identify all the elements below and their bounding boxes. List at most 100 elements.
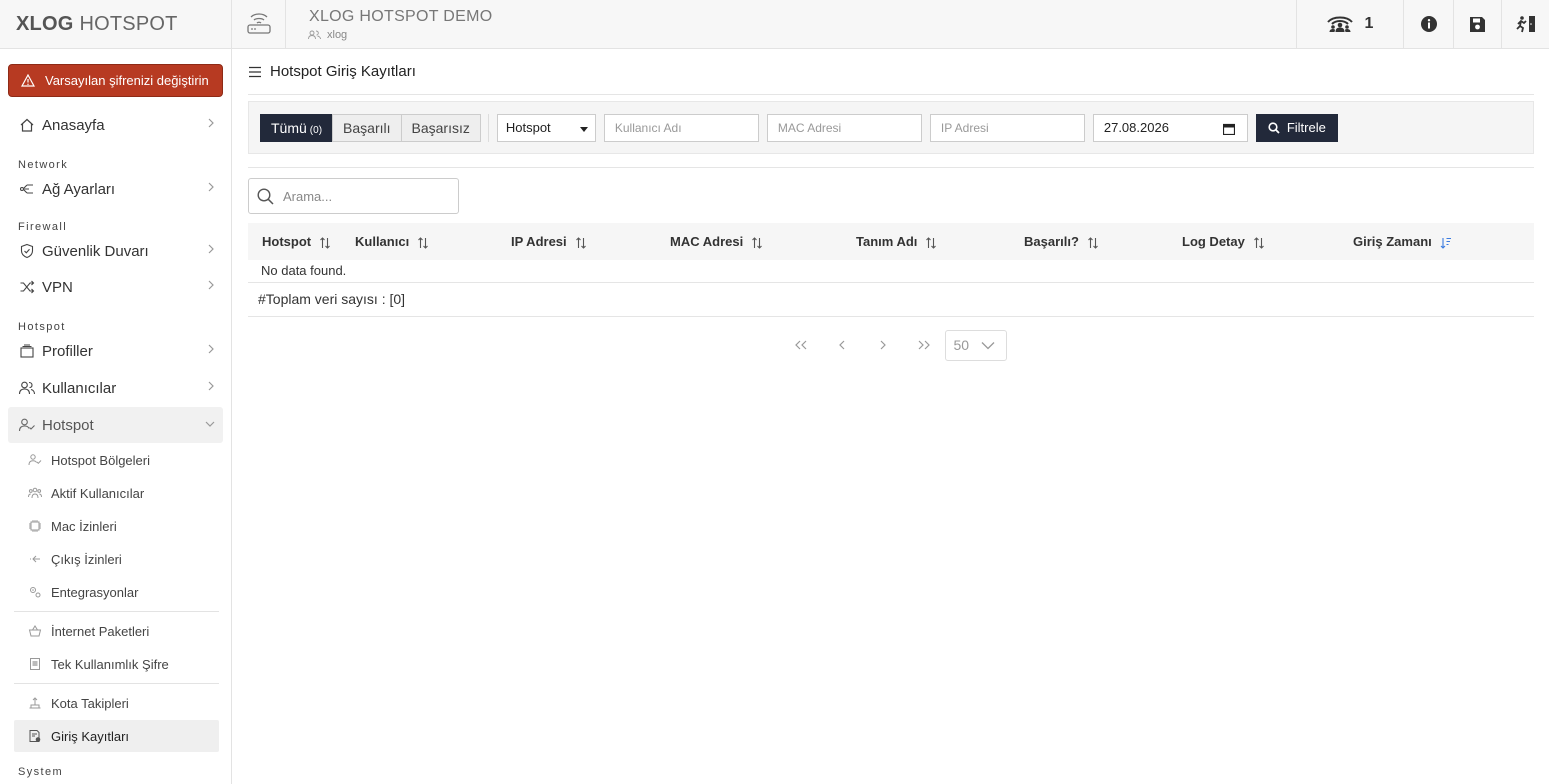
ip-address-input[interactable] (929, 113, 1085, 142)
last-page-button[interactable] (904, 330, 945, 360)
sidebar-item-profiles[interactable]: Profiller (8, 333, 223, 369)
col-label: IP Adresi (511, 234, 567, 249)
tab-success[interactable]: Başarılı (332, 113, 402, 142)
section-system: System (18, 766, 64, 778)
content-divider (248, 167, 1534, 168)
section-hotspot: Hotspot (18, 321, 66, 333)
main-area: XLOG HOTSPOT DEMO xlog 1 Hotspot Giriş K… (232, 0, 1549, 784)
calendar-icon[interactable] (1222, 123, 1235, 135)
sidebar-subitem-quota[interactable]: Kota Takipleri (14, 687, 219, 719)
page-title: Hotspot Giriş Kayıtları (270, 63, 416, 80)
ticket-icon (28, 657, 42, 671)
users-icon (28, 486, 42, 500)
sidebar-item-vpn[interactable]: VPN (8, 269, 223, 305)
log-file-icon (28, 729, 42, 743)
active-users-button[interactable]: 1 (1296, 0, 1403, 49)
chevrons-right-icon (918, 340, 930, 350)
sidebar-item-label: Kullanıcılar (42, 379, 117, 397)
chevron-down-icon (205, 421, 215, 427)
chevron-right-icon (208, 280, 214, 290)
layers-icon (18, 342, 36, 360)
section-firewall: Firewall (18, 221, 68, 233)
device-title-block: XLOG HOTSPOT DEMO xlog (306, 8, 493, 41)
table-search[interactable] (248, 178, 459, 214)
table-header-row: Hotspot Kullanıcı IP Adresi MAC Adresi T… (248, 223, 1534, 260)
col-label: Log Detay (1182, 234, 1245, 249)
col-label: Kullanıcı (355, 234, 410, 249)
username-input[interactable] (603, 113, 759, 142)
section-network: Network (18, 159, 69, 171)
hotspot-select[interactable]: Hotspot (496, 113, 596, 142)
menu-icon[interactable] (248, 66, 262, 78)
sidebar-divider (14, 611, 219, 612)
caret-down-icon (579, 126, 588, 132)
door-exit-icon (1515, 16, 1535, 33)
col-label: Hotspot (262, 234, 312, 249)
home-icon (18, 116, 36, 134)
change-password-alert[interactable]: Varsayılan şifrenizi değiştirin (8, 64, 223, 97)
col-user[interactable]: Kullanıcı (341, 223, 497, 260)
sidebar-item-label: VPN (42, 278, 73, 296)
mac-address-input[interactable] (766, 113, 922, 142)
sidebar-item-hotspot[interactable]: Hotspot (8, 407, 223, 443)
sidebar-subitem-label: Mac İzinleri (51, 518, 117, 534)
warning-icon (21, 74, 35, 87)
next-page-button[interactable] (863, 330, 904, 360)
tab-all[interactable]: Tümü (0) (260, 113, 334, 142)
save-button[interactable] (1453, 0, 1501, 49)
device-title: XLOG HOTSPOT DEMO (309, 7, 493, 25)
sort-icon (1253, 236, 1264, 249)
col-ip[interactable]: IP Adresi (497, 223, 656, 260)
page-header: Hotspot Giriş Kayıtları (248, 49, 1534, 95)
col-mac[interactable]: MAC Adresi (656, 223, 842, 260)
sidebar-subitem-exit-permits[interactable]: Çıkış İzinleri (14, 543, 219, 575)
col-log-detail[interactable]: Log Detay (1168, 223, 1339, 260)
wifi-users-icon (1326, 16, 1353, 32)
sidebar-item-firewall[interactable]: Güvenlik Duvarı (8, 233, 223, 269)
tab-fail[interactable]: Başarısız (400, 113, 481, 142)
brand-logo[interactable]: XLOG HOTSPOT (0, 0, 231, 49)
info-icon (1420, 16, 1437, 32)
search-icon (1268, 121, 1280, 134)
sidebar-subitem-internet-packages[interactable]: İnternet Paketleri (14, 615, 219, 647)
filter-button[interactable]: Filtrele (1255, 113, 1338, 142)
sort-icon (575, 236, 586, 249)
sidebar-subitem-otp[interactable]: Tek Kullanımlık Şifre (14, 648, 219, 680)
sidebar-subitem-mac-permits[interactable]: Mac İzinleri (14, 510, 219, 542)
sidebar-subitem-integrations[interactable]: Entegrasyonlar (14, 576, 219, 608)
sidebar-subitem-label: Kota Takipleri (51, 695, 129, 711)
chevron-right-icon (208, 381, 214, 391)
prev-page-button[interactable] (822, 330, 863, 360)
topbar: XLOG HOTSPOT DEMO xlog 1 (232, 0, 1549, 49)
col-definition[interactable]: Tanım Adı (842, 223, 1010, 260)
chevron-right-icon (208, 244, 214, 254)
sidebar-item-network-settings[interactable]: Ağ Ayarları (8, 171, 223, 207)
col-hotspot[interactable]: Hotspot (248, 223, 341, 260)
sidebar-subitem-hotspot-zones[interactable]: Hotspot Bölgeleri (14, 444, 219, 476)
sidebar-item-label: Hotspot (42, 416, 94, 434)
col-login-time[interactable]: Giriş Zamanı (1339, 223, 1534, 260)
page-size-select[interactable]: 50 (944, 329, 1007, 361)
router-icon (232, 0, 286, 49)
chevron-left-icon (839, 340, 845, 350)
sidebar-item-users[interactable]: Kullanıcılar (8, 370, 223, 406)
sidebar-subitem-active-users[interactable]: Aktif Kullanıcılar (14, 477, 219, 509)
sidebar-subitem-login-logs[interactable]: Giriş Kayıtları (14, 720, 219, 752)
sidebar-item-home[interactable]: Anasayfa (8, 107, 223, 143)
search-input[interactable] (283, 188, 453, 204)
brand-part1: XLOG (16, 12, 74, 35)
date-input[interactable]: 27.08.2026 (1092, 113, 1248, 142)
user-check-icon (28, 453, 42, 467)
sidebar-subitem-label: Entegrasyonlar (51, 584, 139, 600)
info-button[interactable] (1403, 0, 1453, 49)
table-row-total: #Toplam veri sayısı : [0] (248, 282, 1534, 317)
first-page-button[interactable] (781, 330, 822, 360)
chip-icon (28, 519, 42, 533)
logout-button[interactable] (1501, 0, 1549, 49)
sidebar-subitem-label: Aktif Kullanıcılar (51, 485, 145, 501)
total-count: #Toplam veri sayısı : [0] (248, 282, 1534, 317)
col-success[interactable]: Başarılı? (1010, 223, 1168, 260)
chevron-right-icon (880, 340, 886, 350)
chevron-down-icon (981, 341, 995, 349)
col-label: Tanım Adı (856, 234, 918, 249)
